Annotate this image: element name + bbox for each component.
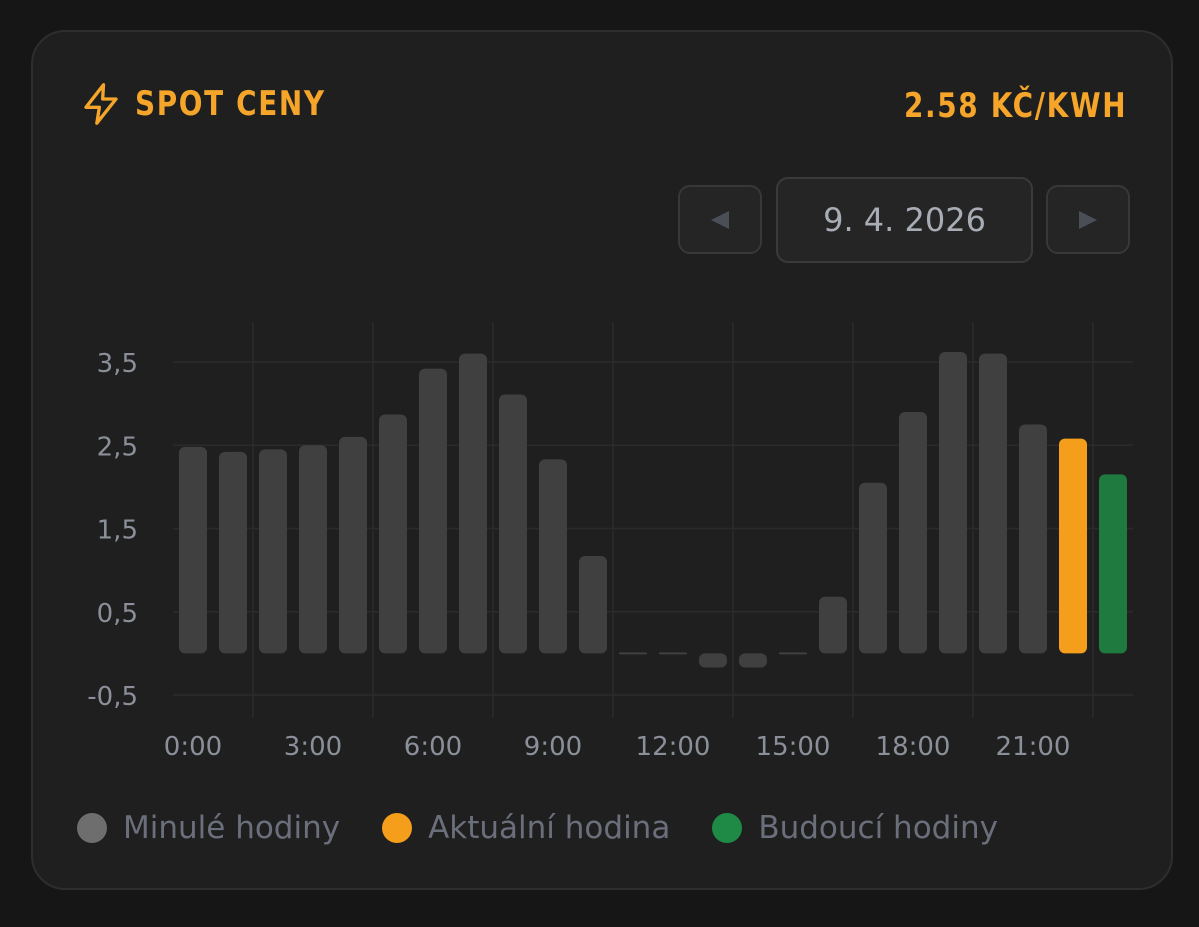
bar-0:00 (179, 446, 207, 654)
bar-5:00 (379, 414, 407, 654)
legend-dot-past (77, 813, 107, 843)
x-tick-label: 12:00 (636, 732, 711, 762)
legend-label-past: Minulé hodiny (123, 810, 341, 846)
bar-16:00 (819, 596, 847, 654)
bar-19:00 (939, 352, 967, 654)
bar-3:00 (299, 445, 327, 654)
x-tick-label: 9:00 (524, 732, 582, 762)
bar-21:00 (1019, 424, 1047, 654)
y-tick-label: 0,5 (97, 599, 138, 629)
bar-13:00 (699, 653, 727, 668)
bar-8:00 (499, 394, 527, 654)
bar-1:00 (219, 451, 247, 654)
price-bar-chart: 3,5 2,5 1,5 0,5 -0,5 0:00 3:00 6:00 9:00 12:00 15:… (87, 322, 1133, 762)
legend-item-current: Aktuální hodina (382, 810, 670, 846)
bar-7:00 (459, 353, 487, 654)
bar-10:00 (579, 555, 607, 654)
legend-label-future: Budoucí hodiny (758, 810, 998, 846)
legend-item-future: Budoucí hodiny (712, 810, 998, 846)
x-tick-label: 21:00 (996, 732, 1071, 762)
spot-price-card: SPOT CENY 2.58 KČ/KWH 9. 4. 2026 3,5 2,5 1… (31, 30, 1173, 890)
y-tick-label: -0,5 (87, 682, 138, 712)
x-tick-label: 3:00 (284, 732, 342, 762)
y-tick-label: 3,5 (97, 349, 138, 379)
bar-22:00 (1059, 438, 1087, 654)
bar-17:00 (859, 482, 887, 654)
legend-dot-current (382, 813, 413, 843)
legend-label-current: Aktuální hodina (428, 810, 671, 846)
chart-legend: Minulé hodiny Aktuální hodina Budoucí ho… (77, 810, 1040, 846)
y-tick-label: 2,5 (97, 432, 138, 462)
bar-12:00 (659, 652, 687, 655)
x-tick-label: 15:00 (756, 732, 831, 762)
bar-23:00 (1099, 474, 1127, 654)
bar-20:00 (979, 353, 1007, 654)
bar-14:00 (739, 653, 767, 668)
bar-11:00 (619, 652, 647, 655)
legend-dot-future (712, 813, 743, 843)
bar-18:00 (899, 411, 927, 654)
bar-9:00 (539, 459, 567, 654)
x-tick-label: 0:00 (164, 732, 222, 762)
bar-4:00 (339, 436, 367, 654)
legend-item-past: Minulé hodiny (77, 810, 340, 846)
bar-15:00 (779, 652, 807, 655)
y-tick-label: 1,5 (97, 516, 138, 546)
x-tick-label: 18:00 (876, 732, 951, 762)
x-tick-label: 6:00 (404, 732, 462, 762)
bar-6:00 (419, 368, 447, 654)
bar-2:00 (259, 449, 287, 654)
